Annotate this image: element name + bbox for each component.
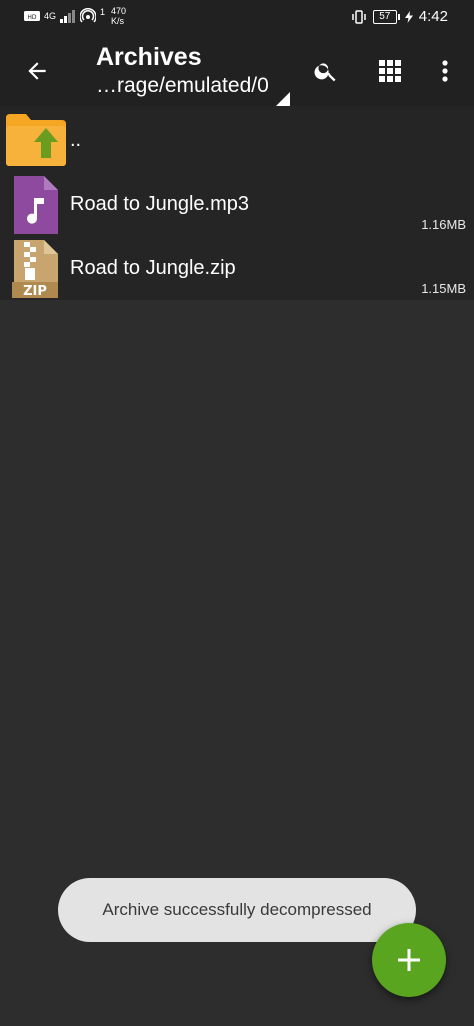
- audio-file-icon: [12, 176, 60, 234]
- clock: 4:42: [418, 8, 448, 25]
- path-label: …rage/emulated/0: [96, 74, 269, 97]
- plus-icon: [398, 949, 420, 971]
- search-button[interactable]: [309, 54, 343, 88]
- net-speed-value: 470: [111, 6, 127, 16]
- app-bar: Archives …rage/emulated/0: [0, 34, 474, 106]
- file-size: 1.15MB: [421, 281, 466, 296]
- path-selector[interactable]: …rage/emulated/0: [96, 72, 296, 106]
- status-right: 57 4:42: [351, 8, 448, 25]
- folder-up-icon: [6, 114, 66, 166]
- title-block: Archives …rage/emulated/0: [96, 42, 296, 106]
- battery-icon: 57: [372, 9, 400, 24]
- file-name: Road to Jungle.mp3: [70, 193, 250, 215]
- add-fab-button[interactable]: [372, 923, 446, 997]
- net-speed-unit: K/s: [111, 16, 125, 26]
- hotspot-icon: [80, 8, 97, 24]
- toast-message: Archive successfully decompressed: [58, 878, 416, 942]
- more-options-button[interactable]: [428, 54, 462, 88]
- list-item-zip[interactable]: ZIP Road to Jungle.zip 1.15MB: [0, 236, 474, 300]
- back-button[interactable]: [20, 54, 54, 88]
- svg-text:HD: HD: [27, 14, 37, 21]
- zip-icon-label: ZIP: [23, 284, 47, 298]
- file-name: Road to Jungle.zip: [70, 257, 236, 279]
- more-vert-icon: [442, 60, 448, 82]
- hotspot-count: 1: [100, 7, 106, 17]
- status-bar: HD 4G 1 470 K/s 57 4:42: [0, 0, 474, 34]
- file-size: 1.16MB: [421, 217, 466, 232]
- grid-icon: [379, 60, 401, 82]
- list-item-mp3[interactable]: Road to Jungle.mp3 1.16MB: [0, 172, 474, 236]
- network-type-label: 4G: [44, 11, 57, 21]
- arrow-left-icon: [28, 62, 46, 80]
- toast-text: Archive successfully decompressed: [102, 900, 372, 919]
- page-title: Archives: [96, 43, 202, 71]
- signal-icon: [60, 9, 76, 23]
- file-name: ..: [70, 129, 82, 151]
- list-item-parent-folder[interactable]: ..: [0, 106, 474, 172]
- net-speed: 470 K/s: [111, 6, 126, 26]
- file-list: .. Road to Jungle.mp3 1.16MB ZIP Road to…: [0, 106, 474, 300]
- search-icon: [314, 63, 336, 82]
- volte-icon: HD: [24, 10, 40, 22]
- grid-view-button[interactable]: [373, 54, 407, 88]
- charging-icon: [404, 10, 413, 23]
- status-left: HD 4G 1 470 K/s: [24, 6, 126, 26]
- vibrate-icon: [351, 9, 367, 25]
- zip-file-icon: ZIP: [12, 240, 60, 299]
